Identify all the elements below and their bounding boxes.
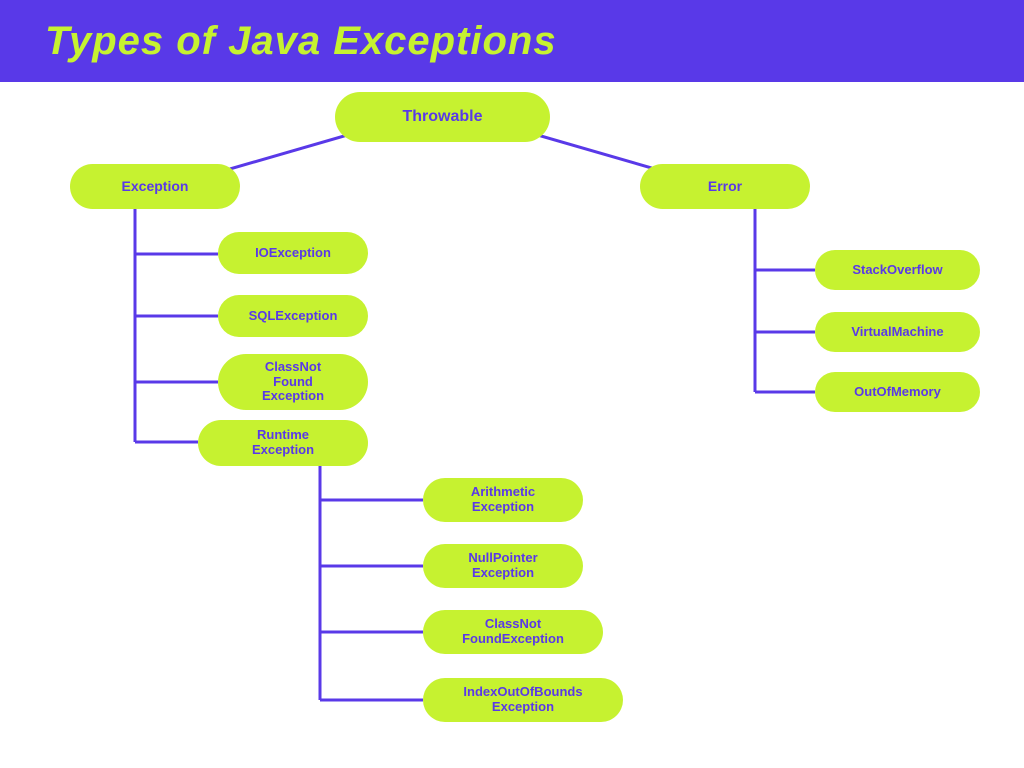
node-nullpointer: NullPointer Exception xyxy=(423,544,583,588)
node-ioexception: IOException xyxy=(218,232,368,274)
node-classnotfound: ClassNot Found Exception xyxy=(218,354,368,410)
node-error: Error xyxy=(640,164,810,209)
node-arithmetic: Arithmetic Exception xyxy=(423,478,583,522)
node-runtime: Runtime Exception xyxy=(198,420,368,466)
node-indexoutofbounds: IndexOutOfBounds Exception xyxy=(423,678,623,722)
node-exception: Exception xyxy=(70,164,240,209)
node-outofmemory: OutOfMemory xyxy=(815,372,980,412)
node-classnotfound2: ClassNot FoundException xyxy=(423,610,603,654)
header-bar: Types of Java Exceptions xyxy=(0,0,1024,82)
node-throwable: Throwable xyxy=(335,92,550,142)
diagram-canvas: Throwable Exception Error IOException SQ… xyxy=(0,82,1024,768)
node-sqlexception: SQLException xyxy=(218,295,368,337)
node-virtualmachine: VirtualMachine xyxy=(815,312,980,352)
node-stackoverflow: StackOverflow xyxy=(815,250,980,290)
page-title: Types of Java Exceptions xyxy=(45,19,557,64)
